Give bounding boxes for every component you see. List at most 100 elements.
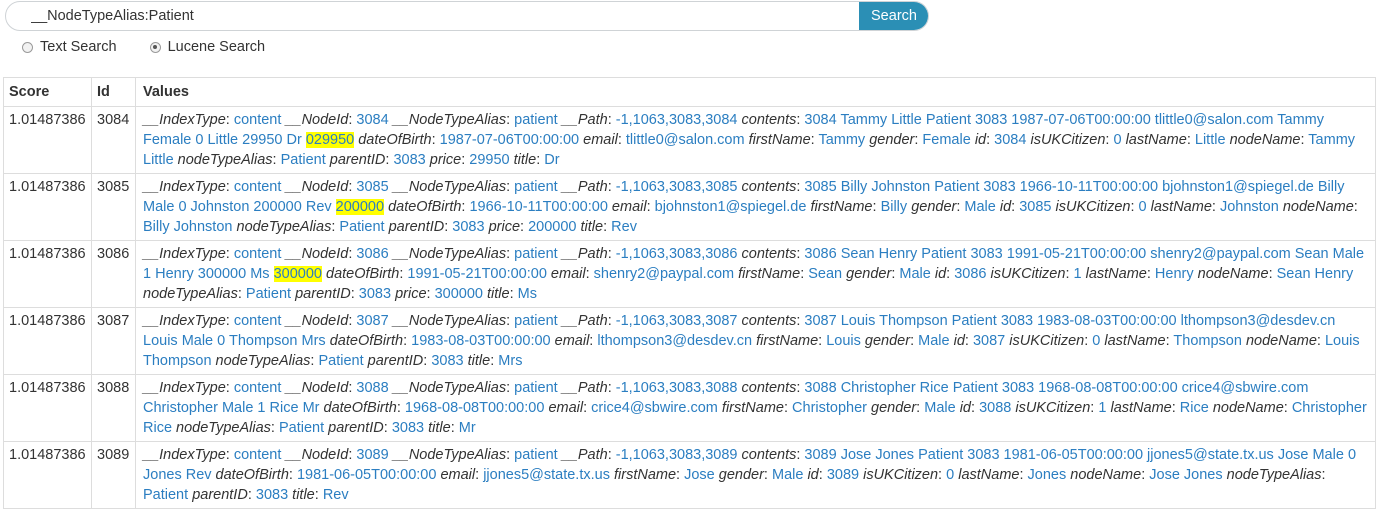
field-value[interactable]: 1968-08-08T00:00:00	[405, 400, 544, 416]
field-value[interactable]: Little	[1195, 132, 1226, 148]
field-value[interactable]: -1,1063,3083,3086	[616, 246, 738, 262]
field-value[interactable]: 1987-07-06T00:00:00	[440, 132, 579, 148]
field-value[interactable]: 29950	[469, 152, 509, 168]
field-value[interactable]: 0	[946, 467, 954, 483]
lucene-search-radio[interactable]	[149, 41, 161, 53]
field-value[interactable]: bjohnston1@spiegel.de	[655, 199, 807, 215]
field-value[interactable]: Mrs	[498, 353, 522, 369]
field-value[interactable]: 3087	[973, 333, 1005, 349]
field-value[interactable]: lthompson3@desdev.cn	[597, 333, 752, 349]
field-value[interactable]: Rice	[1180, 400, 1209, 416]
field-value[interactable]: 0	[1139, 199, 1147, 215]
field-value[interactable]: content	[234, 112, 282, 128]
field-value[interactable]: Male	[899, 266, 930, 282]
field-value[interactable]: Thompson	[1173, 333, 1242, 349]
field-value[interactable]: Louis	[826, 333, 861, 349]
field-value[interactable]: -1,1063,3083,3087	[616, 313, 738, 329]
field-value[interactable]: 1991-05-21T00:00:00	[407, 266, 546, 282]
field-value[interactable]: content	[234, 313, 282, 329]
field-value[interactable]: shenry2@paypal.com	[594, 266, 734, 282]
field-value[interactable]: Dr	[544, 152, 559, 168]
field-value[interactable]: Patient	[281, 152, 326, 168]
field-value[interactable]: Male	[772, 467, 803, 483]
field-value[interactable]: Jones	[1028, 467, 1067, 483]
field-value[interactable]: 0	[1113, 132, 1121, 148]
field-value[interactable]: Rev	[611, 219, 637, 235]
field-value[interactable]: Henry	[1155, 266, 1194, 282]
field-value[interactable]: Billy Johnston	[143, 219, 232, 235]
field-value[interactable]: 3084	[994, 132, 1026, 148]
field-value[interactable]: Patient	[318, 353, 363, 369]
field-value[interactable]: Ms	[518, 286, 537, 302]
field-value[interactable]: 3083	[392, 420, 424, 436]
field-value[interactable]: tlittle0@salon.com	[626, 132, 745, 148]
field-value[interactable]: patient	[514, 112, 558, 128]
field-value[interactable]: Mr	[459, 420, 476, 436]
field-value[interactable]: Male	[924, 400, 955, 416]
field-value[interactable]: Patient	[339, 219, 384, 235]
field-value[interactable]: content	[234, 447, 282, 463]
field-value[interactable]: -1,1063,3083,3085	[616, 179, 738, 195]
field-value[interactable]: crice4@sbwire.com	[591, 400, 718, 416]
search-button[interactable]: Search	[859, 2, 928, 30]
field-value[interactable]: Female	[922, 132, 970, 148]
field-value[interactable]: -1,1063,3083,3089	[616, 447, 738, 463]
field-value[interactable]: Christopher	[792, 400, 867, 416]
field-value[interactable]: Rev	[323, 487, 349, 503]
id-cell: 3087	[91, 307, 136, 375]
field-value[interactable]: 1981-06-05T00:00:00	[297, 467, 436, 483]
field-value[interactable]: 3083	[431, 353, 463, 369]
field-value[interactable]: 3087	[356, 313, 388, 329]
field-value[interactable]: 1983-08-03T00:00:00	[411, 333, 550, 349]
search-input[interactable]	[6, 2, 859, 30]
field-key: __IndexType	[143, 246, 226, 262]
field-value[interactable]: patient	[514, 246, 558, 262]
field-value[interactable]: Jose Jones	[1149, 467, 1222, 483]
field-value[interactable]: jjones5@state.tx.us	[483, 467, 610, 483]
field-value[interactable]: Male	[918, 333, 949, 349]
field-value[interactable]: Patient	[143, 487, 188, 503]
field-value[interactable]: 3083	[393, 152, 425, 168]
field-value[interactable]: -1,1063,3083,3088	[616, 380, 738, 396]
field-value[interactable]: 1966-10-11T00:00:00	[469, 199, 607, 215]
field-value[interactable]: 3086	[954, 266, 986, 282]
field-value[interactable]: 300000	[435, 286, 483, 302]
text-search-radio[interactable]	[22, 41, 33, 53]
field-value[interactable]: 3085	[356, 179, 388, 195]
field-value[interactable]: 3085	[1019, 199, 1051, 215]
field-value[interactable]: Jose	[684, 467, 715, 483]
field-value[interactable]: Tammy	[818, 132, 865, 148]
field-value[interactable]: 0	[1092, 333, 1100, 349]
field-value[interactable]: Johnston	[1220, 199, 1279, 215]
field-value[interactable]: 3089	[827, 467, 859, 483]
field-value[interactable]: Sean Henry	[1277, 266, 1354, 282]
field-key: __NodeId	[285, 447, 349, 463]
field-key: parentID	[367, 353, 424, 369]
field-value[interactable]: 3083	[452, 219, 484, 235]
field-value[interactable]: patient	[514, 179, 558, 195]
field-value[interactable]: Patient	[279, 420, 324, 436]
field-value[interactable]: 3084	[356, 112, 388, 128]
field-value[interactable]: content	[234, 179, 282, 195]
text-search-option[interactable]: Text Search	[22, 39, 117, 55]
lucene-search-option[interactable]: Lucene Search	[149, 39, 265, 55]
field-value[interactable]: content	[234, 380, 282, 396]
field-value[interactable]: Billy	[881, 199, 908, 215]
field-value[interactable]: 3088	[356, 380, 388, 396]
field-value[interactable]: 3088	[979, 400, 1011, 416]
field-value[interactable]: patient	[514, 380, 558, 396]
field-value[interactable]: content	[234, 246, 282, 262]
field-value[interactable]: 1	[1098, 400, 1106, 416]
field-value[interactable]: 3083	[256, 487, 288, 503]
field-value[interactable]: Sean	[808, 266, 842, 282]
field-value[interactable]: 200000	[528, 219, 576, 235]
field-value[interactable]: patient	[514, 313, 558, 329]
field-value[interactable]: Male	[964, 199, 995, 215]
field-value[interactable]: patient	[514, 447, 558, 463]
field-value[interactable]: 3083	[359, 286, 391, 302]
field-value[interactable]: 3089	[356, 447, 388, 463]
field-value[interactable]: 3086	[356, 246, 388, 262]
field-value[interactable]: -1,1063,3083,3084	[616, 112, 738, 128]
field-value[interactable]: Patient	[246, 286, 291, 302]
field-value[interactable]: 1	[1074, 266, 1082, 282]
